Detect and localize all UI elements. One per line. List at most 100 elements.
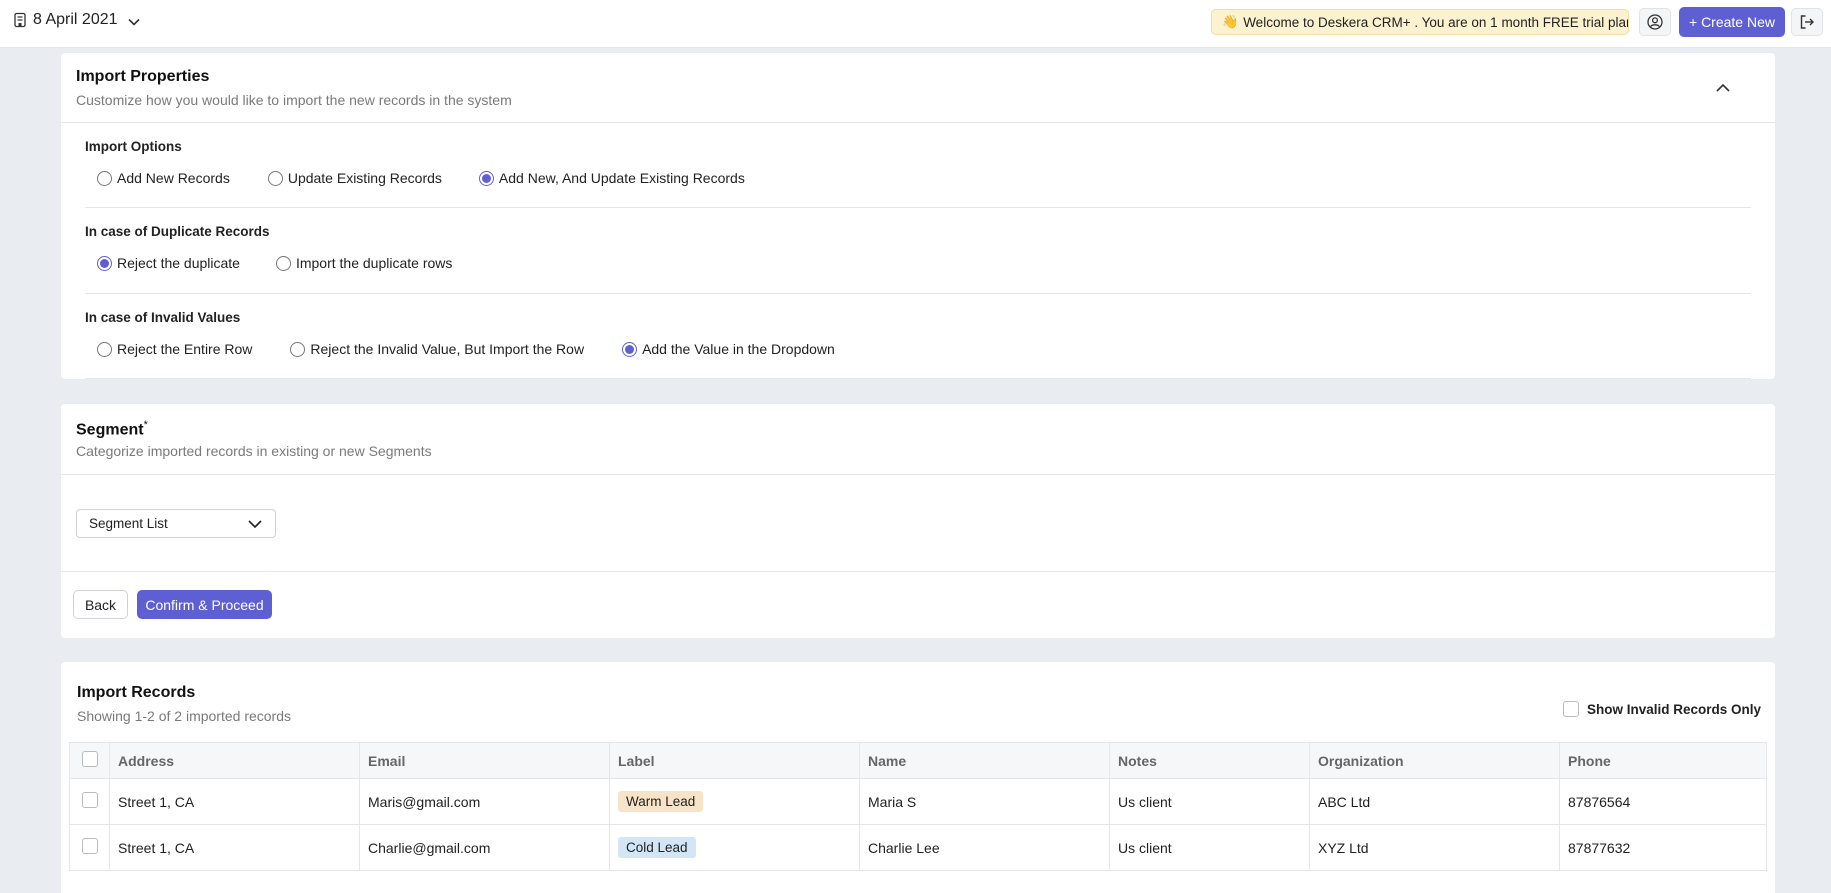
cell-email: Maris@gmail.com xyxy=(359,778,610,825)
calendar-icon xyxy=(14,12,26,28)
card-title: Import Properties xyxy=(76,68,210,85)
radio-add-and-update-records[interactable]: Add New, And Update Existing Records xyxy=(478,170,745,186)
cell-phone: 87876564 xyxy=(1559,778,1767,825)
import-options-group: Add New Records Update Existing Records … xyxy=(97,170,745,186)
radio-circle[interactable] xyxy=(97,170,112,186)
radio-label: Reject the duplicate xyxy=(117,255,240,271)
column-header-organization[interactable]: Organization xyxy=(1309,742,1560,779)
show-invalid-checkbox[interactable] xyxy=(1563,701,1579,717)
required-mark: * xyxy=(143,419,148,431)
divider xyxy=(61,474,1775,475)
column-header-phone[interactable]: Phone xyxy=(1559,742,1767,779)
logout-button[interactable] xyxy=(1791,8,1823,36)
column-header-label[interactable]: Label xyxy=(609,742,860,779)
column-header-address[interactable]: Address xyxy=(109,742,360,779)
segment-card: Segment* Categorize imported records in … xyxy=(61,404,1775,638)
cell-name: Charlie Lee xyxy=(859,824,1110,871)
table-header-row: Address Email Label Name Notes Organizat… xyxy=(69,742,1767,779)
cell-label: Cold Lead xyxy=(609,824,860,871)
radio-label: Update Existing Records xyxy=(287,170,442,186)
radio-circle[interactable] xyxy=(267,170,283,186)
radio-label: Add New Records xyxy=(117,170,230,186)
radio-circle[interactable] xyxy=(290,341,306,357)
back-button[interactable]: Back xyxy=(73,590,128,619)
import-options-title: Import Options xyxy=(85,139,182,154)
column-header-email[interactable]: Email xyxy=(359,742,610,779)
cell-organization: ABC Ltd xyxy=(1309,778,1560,825)
invalid-values-group: Reject the Entire Row Reject the Invalid… xyxy=(97,341,835,357)
logout-icon xyxy=(1800,15,1814,29)
cell-address: Street 1, CA xyxy=(109,778,360,825)
divider xyxy=(61,571,1775,572)
radio-label: Add New, And Update Existing Records xyxy=(498,170,745,186)
user-circle-icon xyxy=(1647,14,1663,30)
import-properties-card: Import Properties Customize how you woul… xyxy=(61,53,1775,379)
cell-notes: Us client xyxy=(1109,824,1310,871)
radio-label: Reject the Invalid Value, But Import the… xyxy=(310,341,585,357)
table-row: Street 1, CA Maris@gmail.com Warm Lead M… xyxy=(69,778,1767,825)
confirm-proceed-button[interactable]: Confirm & Proceed xyxy=(137,590,272,619)
radio-update-existing-records[interactable]: Update Existing Records xyxy=(267,170,442,186)
cell-label: Warm Lead xyxy=(609,778,860,825)
cell-notes: Us client xyxy=(1109,778,1310,825)
date-picker[interactable]: 8 April 2021 xyxy=(14,11,141,29)
import-records-card: Import Records Showing 1-2 of 2 imported… xyxy=(61,662,1775,893)
label-badge: Cold Lead xyxy=(618,837,696,858)
row-checkbox[interactable] xyxy=(81,838,98,854)
cell-name: Maria S xyxy=(859,778,1110,825)
divider xyxy=(85,293,1751,294)
show-invalid-records-toggle[interactable]: Show Invalid Records Only xyxy=(1563,701,1761,717)
label-badge: Warm Lead xyxy=(618,791,704,812)
cell-phone: 87877632 xyxy=(1559,824,1767,871)
invalid-values-title: In case of Invalid Values xyxy=(85,310,241,325)
radio-label: Add the Value in the Dropdown xyxy=(642,341,835,357)
select-all-cell xyxy=(69,742,110,779)
row-select-cell xyxy=(69,778,110,825)
chevron-down-icon xyxy=(127,18,140,26)
radio-add-value-dropdown[interactable]: Add the Value in the Dropdown xyxy=(622,341,835,357)
segment-subtitle: Categorize imported records in existing … xyxy=(76,443,432,459)
column-header-name[interactable]: Name xyxy=(859,742,1110,779)
trial-banner: 👋 Welcome to Deskera CRM+ . You are on 1… xyxy=(1211,9,1629,35)
row-select-cell xyxy=(69,824,110,871)
radio-import-duplicate-rows[interactable]: Import the duplicate rows xyxy=(275,255,453,271)
radio-reject-duplicate[interactable]: Reject the duplicate xyxy=(97,255,240,271)
create-new-button[interactable]: + Create New xyxy=(1679,7,1785,37)
row-checkbox[interactable] xyxy=(81,792,98,808)
column-header-notes[interactable]: Notes xyxy=(1109,742,1310,779)
chevron-down-icon xyxy=(248,519,262,528)
chevron-up-icon[interactable] xyxy=(1715,80,1731,96)
segment-title-text: Segment xyxy=(76,421,144,439)
import-records-subtitle: Showing 1-2 of 2 imported records xyxy=(77,708,291,724)
cell-address: Street 1, CA xyxy=(109,824,360,871)
cell-email: Charlie@gmail.com xyxy=(359,824,610,871)
waving-hand-icon: 👋 xyxy=(1222,14,1239,29)
segment-select[interactable]: Segment List xyxy=(76,509,276,538)
cell-organization: XYZ Ltd xyxy=(1309,824,1560,871)
radio-reject-invalid-value[interactable]: Reject the Invalid Value, But Import the… xyxy=(290,341,584,357)
date-text: 8 April 2021 xyxy=(33,11,118,28)
top-bar: 8 April 2021 👋 Welcome to Deskera CRM+ .… xyxy=(0,0,1831,48)
radio-reject-entire-row[interactable]: Reject the Entire Row xyxy=(97,341,252,357)
import-records-title: Import Records xyxy=(77,684,196,701)
segment-title: Segment* xyxy=(76,419,148,439)
records-table: Address Email Label Name Notes Organizat… xyxy=(69,742,1767,871)
radio-circle[interactable] xyxy=(622,341,638,357)
radio-circle[interactable] xyxy=(478,170,494,186)
radio-circle[interactable] xyxy=(275,255,291,271)
table-row: Street 1, CA Charlie@gmail.com Cold Lead… xyxy=(69,824,1767,871)
segment-select-value: Segment List xyxy=(89,516,168,531)
divider xyxy=(85,378,1751,379)
radio-circle[interactable] xyxy=(97,255,112,271)
radio-add-new-records[interactable]: Add New Records xyxy=(97,170,230,186)
profile-button[interactable] xyxy=(1639,8,1671,36)
radio-circle[interactable] xyxy=(97,341,112,357)
card-subtitle: Customize how you would like to import t… xyxy=(76,92,512,108)
radio-label: Reject the Entire Row xyxy=(117,341,253,357)
radio-label: Import the duplicate rows xyxy=(295,255,453,271)
divider xyxy=(85,207,1751,208)
duplicate-records-title: In case of Duplicate Records xyxy=(85,224,270,239)
select-all-checkbox[interactable] xyxy=(81,751,98,767)
trial-banner-text: Welcome to Deskera CRM+ . You are on 1 m… xyxy=(1243,14,1629,30)
show-invalid-label: Show Invalid Records Only xyxy=(1587,701,1762,717)
